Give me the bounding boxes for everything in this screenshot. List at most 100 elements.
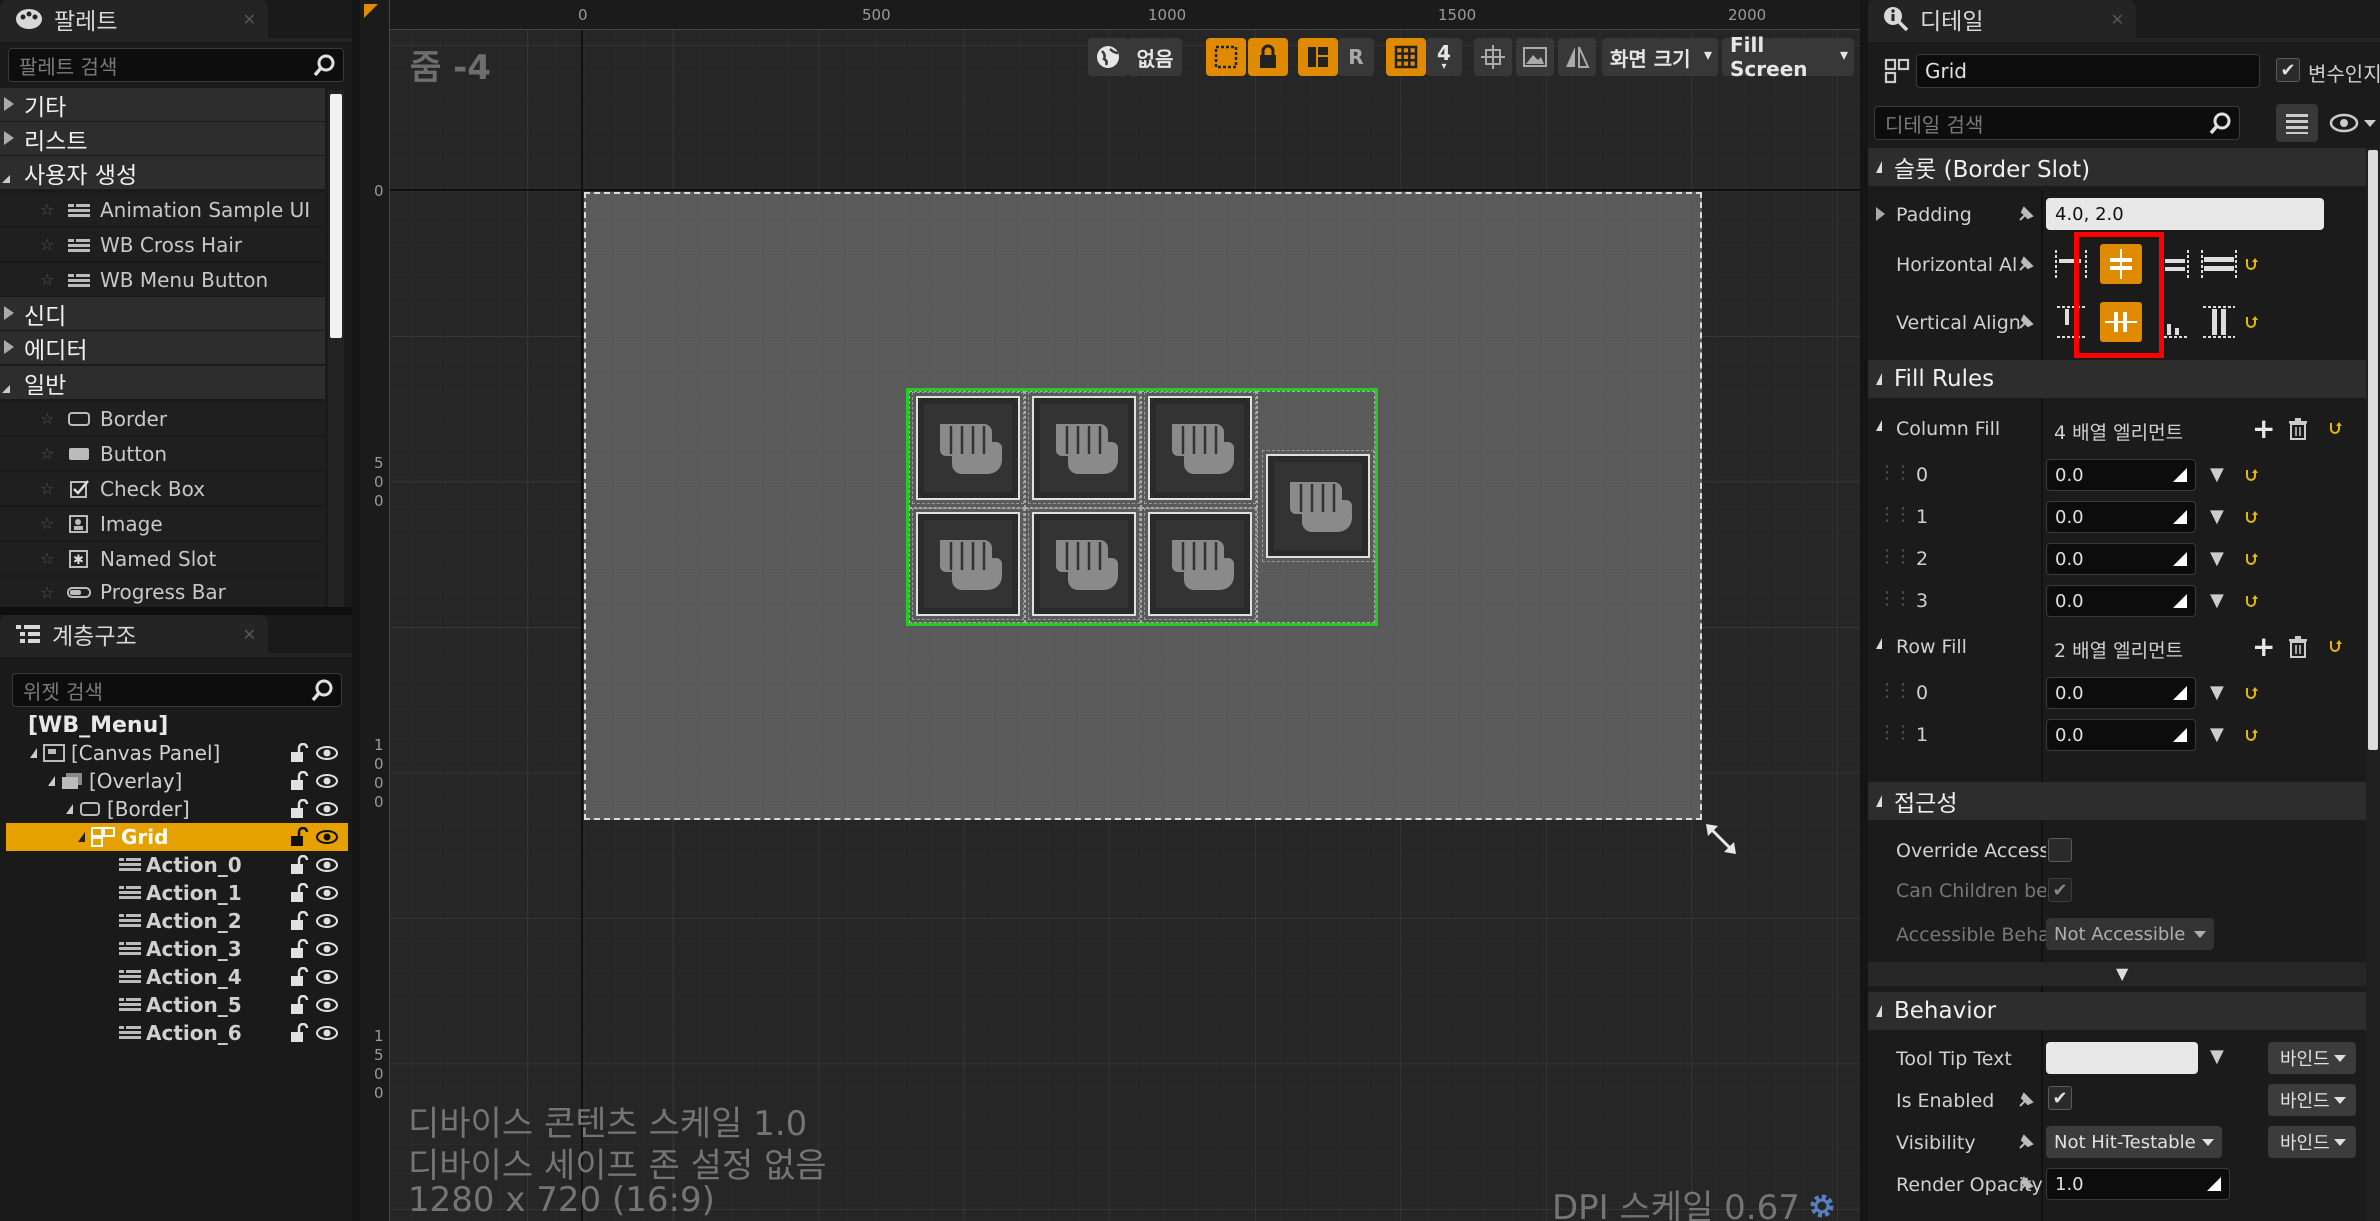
hierarchy-row-action[interactable]: Action_1: [6, 879, 348, 907]
unlock-icon[interactable]: [288, 939, 310, 959]
bind-button[interactable]: 바인드: [2268, 1042, 2356, 1074]
hierarchy-tab[interactable]: 계층구조 ✕: [0, 615, 268, 653]
search-icon[interactable]: [311, 52, 337, 78]
is-enabled-checkbox[interactable]: ✔: [2048, 1086, 2072, 1110]
move-tool-button[interactable]: [1474, 38, 1512, 76]
hierarchy-row-canvas-panel[interactable]: [Canvas Panel]: [6, 739, 348, 767]
unlock-icon[interactable]: [288, 967, 310, 987]
action-slot[interactable]: [1028, 508, 1140, 620]
bind-pin-icon[interactable]: [2016, 1132, 2036, 1152]
palette-category-editor[interactable]: 에디터: [0, 331, 325, 364]
visibility-dropdown[interactable]: Not Hit-Testable: [2046, 1126, 2222, 1158]
reset-arrow-icon[interactable]: [2244, 685, 2260, 701]
close-icon[interactable]: ✕: [2111, 10, 2124, 29]
close-icon[interactable]: ✕: [243, 10, 256, 29]
search-icon[interactable]: [2207, 110, 2233, 136]
palette-item-image[interactable]: ☆ Image: [0, 507, 325, 540]
override-accessible-checkbox[interactable]: [2048, 838, 2072, 862]
hierarchy-root[interactable]: [WB_Menu]: [6, 711, 348, 739]
action-slot[interactable]: [912, 392, 1024, 504]
visibility-eye-icon[interactable]: [316, 743, 338, 763]
screen-size-dropdown[interactable]: 화면 크기 ▾: [1602, 38, 1718, 76]
layout-toggle-button[interactable]: [1298, 38, 1338, 76]
visibility-eye-icon[interactable]: [316, 771, 338, 791]
hierarchy-row-action[interactable]: Action_3: [6, 935, 348, 963]
palette-item-border[interactable]: ☆ Border: [0, 402, 325, 435]
drag-handle-icon[interactable]: ⋮⋮: [1878, 722, 1912, 743]
chevron-down-icon[interactable]: ▼: [2210, 590, 2224, 611]
bind-pin-icon[interactable]: [2016, 204, 2036, 224]
row-fill-input[interactable]: 0.0: [2046, 677, 2196, 709]
mirror-tool-button[interactable]: [1558, 38, 1596, 76]
star-icon[interactable]: ☆: [40, 270, 58, 289]
hierarchy-row-action[interactable]: Action_5: [6, 991, 348, 1019]
action-slot[interactable]: [1262, 450, 1374, 562]
reset-arrow-icon[interactable]: [2328, 420, 2344, 436]
trash-icon[interactable]: [2288, 418, 2308, 440]
advanced-expander[interactable]: ▼: [1868, 962, 2380, 986]
chevron-down-icon[interactable]: ▼: [2210, 724, 2224, 745]
expanded-arrow-icon[interactable]: [1876, 420, 1882, 431]
close-icon[interactable]: ✕: [243, 625, 256, 644]
star-icon[interactable]: ☆: [40, 514, 58, 533]
details-tab[interactable]: 디테일 ✕: [1868, 0, 2136, 38]
star-icon[interactable]: ☆: [40, 444, 58, 463]
palette-category-user-created[interactable]: 사용자 생성: [0, 156, 325, 189]
palette-item[interactable]: ☆ WB Menu Button: [0, 263, 325, 296]
padding-input[interactable]: 4.0, 2.0: [2046, 198, 2324, 230]
expanded-arrow-icon[interactable]: [30, 748, 37, 758]
expanded-arrow-icon[interactable]: [48, 776, 55, 786]
behavior-section-header[interactable]: Behavior: [1868, 992, 2380, 1030]
row-fill-input[interactable]: 0.0: [2046, 719, 2196, 751]
visibility-eye-icon[interactable]: [316, 967, 338, 987]
unlock-icon[interactable]: [288, 771, 310, 791]
drag-handle-icon[interactable]: ⋮⋮: [1878, 680, 1912, 701]
is-variable-checkbox[interactable]: ✔: [2276, 58, 2300, 82]
add-element-icon[interactable]: +: [2252, 630, 2275, 663]
chevron-down-icon[interactable]: ▼: [2210, 464, 2224, 485]
widget-search-input[interactable]: 위젯 검색: [12, 673, 342, 707]
reset-arrow-icon[interactable]: [2244, 551, 2260, 567]
accessible-behavior-dropdown[interactable]: Not Accessible: [2046, 918, 2214, 950]
unlock-icon[interactable]: [288, 995, 310, 1015]
expanded-arrow-icon[interactable]: [66, 804, 73, 814]
preview-mode-dropdown[interactable]: 없음: [1128, 38, 1182, 76]
visibility-eye-icon[interactable]: [316, 1023, 338, 1043]
visibility-eye-icon[interactable]: [316, 995, 338, 1015]
details-scrollbar-thumb[interactable]: [2368, 150, 2378, 750]
column-fill-input[interactable]: 0.0: [2046, 543, 2196, 575]
visibility-eye-icon[interactable]: [316, 883, 338, 903]
unlock-icon[interactable]: [288, 743, 310, 763]
unlock-icon[interactable]: [288, 827, 310, 847]
hierarchy-row-action[interactable]: Action_0: [6, 851, 348, 879]
designer-viewport[interactable]: 0 500 1000 1500 2000 0 5 0 0 1 0 0 0 1 5…: [360, 0, 1860, 1221]
star-icon[interactable]: ☆: [40, 479, 58, 498]
unlock-icon[interactable]: [288, 911, 310, 931]
palette-scrollbar-thumb[interactable]: [330, 94, 342, 338]
resize-handle-icon[interactable]: [1704, 822, 1738, 856]
outline-toggle-button[interactable]: [1206, 38, 1246, 76]
bind-button[interactable]: 바인드: [2268, 1126, 2356, 1158]
chevron-down-icon[interactable]: ▼: [2210, 548, 2224, 569]
bind-pin-icon[interactable]: [2016, 1090, 2036, 1110]
drag-handle-icon[interactable]: ⋮⋮: [1878, 462, 1912, 483]
tooltip-input[interactable]: [2046, 1042, 2198, 1074]
action-slot[interactable]: [912, 508, 1024, 620]
drag-handle-icon[interactable]: ⋮⋮: [1878, 546, 1912, 567]
palette-item[interactable]: ☆ Animation Sample UI: [0, 193, 325, 226]
bind-pin-icon[interactable]: [2016, 312, 2036, 332]
hierarchy-row-action[interactable]: Action_4: [6, 963, 348, 991]
reset-arrow-icon[interactable]: [2244, 256, 2260, 272]
panel-splitter[interactable]: [0, 607, 352, 615]
reset-arrow-icon[interactable]: [2244, 593, 2260, 609]
slot-section-header[interactable]: 슬롯 (Border Slot): [1868, 148, 2380, 186]
hierarchy-row-grid[interactable]: Grid: [6, 823, 348, 851]
palette-scrollbar[interactable]: [328, 90, 344, 607]
palette-item-progress-bar[interactable]: ☆ Progress Bar: [0, 577, 325, 607]
fill-screen-dropdown[interactable]: Fill Screen ▾: [1722, 33, 1854, 81]
action-slot[interactable]: [1028, 392, 1140, 504]
add-element-icon[interactable]: +: [2252, 412, 2275, 445]
star-icon[interactable]: ☆: [40, 235, 58, 254]
drag-handle-icon[interactable]: ⋮⋮: [1878, 588, 1912, 609]
can-children-checkbox[interactable]: ✔: [2048, 878, 2072, 902]
